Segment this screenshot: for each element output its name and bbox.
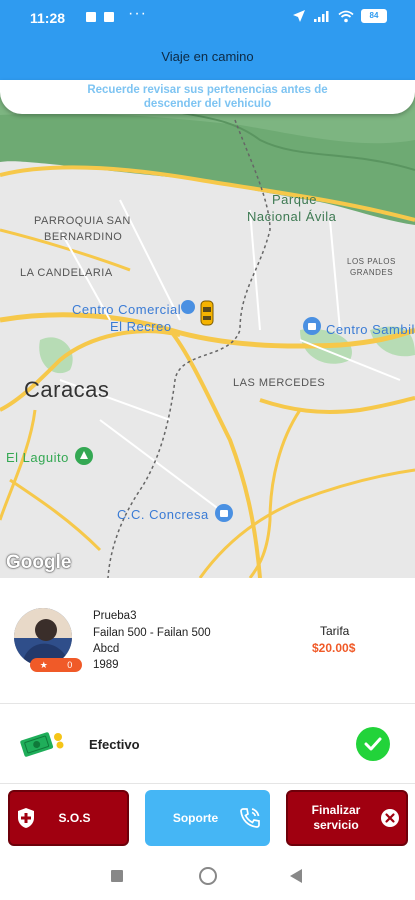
- check-icon: [356, 727, 390, 761]
- map-label-parque: Parque: [272, 192, 317, 207]
- system-nav-bar: [0, 858, 415, 900]
- status-bar: 11:28 ··· 84: [0, 0, 415, 34]
- notice-line-1: Recuerde revisar sus pertenencias antes …: [87, 84, 328, 96]
- more-notifications-icon: ···: [128, 5, 147, 22]
- shield-icon: [18, 808, 34, 828]
- map-view[interactable]: Parque Nacional Ávila PARROQUIA SAN BERN…: [0, 80, 415, 578]
- sos-label: S.O.S: [58, 811, 91, 825]
- back-icon[interactable]: [289, 868, 303, 884]
- phone-call-icon: [240, 808, 260, 828]
- notification-icon: [104, 12, 114, 22]
- support-label: Soporte: [172, 811, 219, 825]
- rating-value: 0: [67, 660, 73, 670]
- finish-service-label: Finalizar servicio: [288, 803, 380, 833]
- vehicle-year: 1989: [93, 659, 119, 671]
- google-logo: Google: [6, 552, 72, 573]
- location-arrow-icon: [293, 10, 305, 22]
- signal-icon: [314, 10, 329, 22]
- map-label-el-recreo: El Recreo: [110, 319, 172, 334]
- notice-line-2: descender del vehiculo: [143, 98, 272, 110]
- map-label-caracas: Caracas: [24, 377, 110, 402]
- map-background: [0, 80, 415, 578]
- home-icon[interactable]: [199, 867, 217, 885]
- battery-icon: 84: [361, 9, 387, 23]
- map-label-grandes: GRANDES: [350, 268, 394, 277]
- vehicle-plate: Abcd: [93, 643, 120, 655]
- map-label-avila: Nacional Ávila: [247, 209, 337, 224]
- divider: [0, 783, 415, 784]
- recent-apps-icon[interactable]: [111, 870, 123, 882]
- map-label-centro-comercial: Centro Comercial: [72, 302, 182, 317]
- finish-service-button[interactable]: Finalizar servicio: [286, 790, 408, 846]
- rating-badge: ★ 0: [30, 658, 82, 672]
- notification-icon: [86, 12, 96, 22]
- finish-label-line-1: Finalizar: [311, 803, 361, 817]
- map-label-candelaria: LA CANDELARIA: [20, 267, 113, 279]
- fare-label: Tarifa: [320, 624, 350, 638]
- fare-value: $20.00$: [312, 641, 356, 655]
- map-label-laguito: El Laguito: [6, 450, 69, 465]
- status-icons: 84: [292, 9, 387, 23]
- map-label-sambil: Centro Sambil: [326, 322, 415, 337]
- app-header: Viaje en camino: [0, 34, 415, 80]
- divider: [0, 703, 415, 704]
- status-time: 11:28: [30, 10, 66, 26]
- driver-info: ★ 0 Prueba3 Failan 500 - Failan 500 Abcd…: [0, 598, 415, 698]
- close-icon: [381, 809, 399, 827]
- star-icon: ★: [39, 659, 48, 670]
- driver-name: Prueba3: [93, 610, 137, 622]
- map-label-concresa: C.C. Concresa: [117, 507, 209, 522]
- sos-button[interactable]: S.O.S: [8, 790, 129, 846]
- notice-card: Recuerde revisar sus pertenencias antes …: [0, 80, 415, 114]
- cash-icon: [20, 732, 64, 757]
- map-label-mercedes: LAS MERCEDES: [233, 377, 326, 389]
- wifi-icon: [338, 10, 354, 22]
- payment-method: Efectivo: [89, 737, 140, 752]
- map-label-palos: LOS PALOS: [347, 257, 396, 266]
- map-label-parroquia: PARROQUIA SAN: [34, 215, 131, 227]
- vehicle-model: Failan 500 - Failan 500: [93, 627, 211, 639]
- map-label-bernardino: BERNARDINO: [44, 231, 123, 243]
- support-button[interactable]: Soporte: [145, 790, 270, 846]
- page-title: Viaje en camino: [161, 49, 254, 64]
- finish-label-line-2: servicio: [313, 818, 359, 832]
